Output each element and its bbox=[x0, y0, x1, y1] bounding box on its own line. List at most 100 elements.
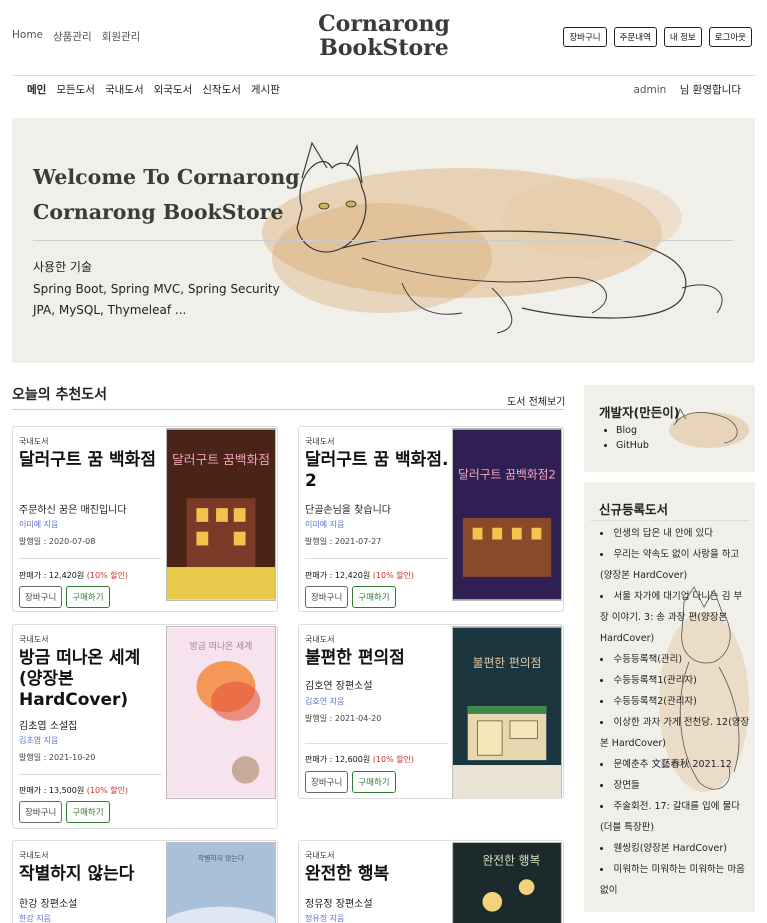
book-cover-image[interactable]: 작별하지 않는다 bbox=[166, 842, 276, 923]
book-price: 판매가 : 12,420원 (10% 할인) bbox=[305, 570, 414, 581]
welcome-text: 님 환영합니다 bbox=[679, 84, 741, 96]
logout-button[interactable]: 로그아웃 bbox=[708, 27, 752, 47]
add-to-cart-button[interactable]: 장바구니 bbox=[305, 586, 349, 608]
cart-button[interactable]: 장바구니 bbox=[563, 27, 607, 47]
hero-divider bbox=[33, 240, 733, 241]
book-title[interactable]: 달러구트 꿈 백화점 bbox=[19, 450, 165, 471]
nav-item-new[interactable]: 신작도서 bbox=[202, 82, 241, 97]
new-book-item[interactable]: 이상한 과자 가게 전천당. 12(양장본 HardCover) bbox=[600, 717, 749, 749]
buy-button[interactable]: 구매하기 bbox=[352, 586, 396, 608]
new-book-item[interactable]: 수등등록책2(관리자) bbox=[614, 696, 697, 707]
new-book-item[interactable]: 우리는 약속도 없이 사랑을 하고(양장본 HardCover) bbox=[600, 549, 739, 581]
new-book-item[interactable]: 문예춘추 文藝春秋 2021.12 bbox=[614, 759, 732, 770]
book-card[interactable]: 국내도서 불편한 편의점 김호연 장편소설 김호연 지음 발행일 : 2021-… bbox=[298, 624, 564, 799]
developer-box: 개발자(만든이) Blog GitHub bbox=[584, 385, 755, 472]
new-books-list: 인생의 답은 내 안에 있다 우리는 약속도 없이 사랑을 하고(양장본 Har… bbox=[600, 523, 750, 901]
new-book-item[interactable]: 수등등록책(관리) bbox=[614, 654, 683, 665]
book-category: 국내도서 bbox=[19, 635, 49, 644]
price-value: 판매가 : 12,420원 bbox=[19, 571, 85, 580]
book-card[interactable]: 국내도서 달러구트 꿈 백화점. 2 단골손님을 찾습니다 이미예 지음 발행일… bbox=[298, 426, 564, 612]
add-to-cart-button[interactable]: 장바구니 bbox=[305, 771, 349, 793]
hero-banner: Welcome To Cornarong Cornarong BookStore… bbox=[12, 118, 755, 363]
hero-title-line2: Cornarong BookStore bbox=[33, 200, 284, 224]
new-book-item[interactable]: 주술회전. 17: 갈대를 입에 물다(더블 특장판) bbox=[600, 801, 740, 833]
card-divider bbox=[19, 774, 162, 775]
book-card[interactable]: 국내도서 달러구트 꿈 백화점 주문하신 꿈은 매진입니다 이미예 지음 발행일… bbox=[12, 426, 278, 612]
card-divider bbox=[305, 558, 448, 559]
price-value: 판매가 : 13,500원 bbox=[19, 786, 85, 795]
book-price: 판매가 : 13,500원 (10% 할인) bbox=[19, 785, 128, 796]
user-name[interactable]: admin bbox=[633, 84, 666, 96]
my-info-button[interactable]: 내 정보 bbox=[663, 27, 702, 47]
book-pub-date: 발행일 : 2021-10-20 bbox=[19, 753, 96, 762]
book-card[interactable]: 국내도서 방금 떠나온 세계 (양장본 HardCover) 김초엽 소설집 김… bbox=[12, 624, 278, 829]
card-divider bbox=[305, 743, 448, 744]
book-title[interactable]: 방금 떠나온 세계 (양장본 HardCover) bbox=[19, 648, 165, 711]
book-author: 이미예 지음 bbox=[19, 520, 59, 529]
cover-title: 완전한 행복 bbox=[483, 854, 541, 868]
new-book-item[interactable]: 수등등록책1(관리자) bbox=[614, 675, 697, 686]
nav-item-domestic[interactable]: 국내도서 bbox=[105, 82, 144, 97]
home-link[interactable]: Home bbox=[12, 29, 43, 44]
card-divider bbox=[19, 558, 162, 559]
buy-button[interactable]: 구매하기 bbox=[66, 586, 110, 608]
book-category: 국내도서 bbox=[305, 437, 335, 446]
nav-item-all-books[interactable]: 모든도서 bbox=[56, 82, 95, 97]
cover-title: 불편한 편의점 bbox=[473, 656, 542, 670]
book-title[interactable]: 불편한 편의점 bbox=[305, 648, 451, 669]
book-cover-image[interactable]: 달러구트 꿈백화점2 bbox=[452, 428, 562, 601]
card-buttons: 장바구니 구매하기 bbox=[305, 586, 396, 608]
book-card[interactable]: 국내도서 완전한 행복 정유정 장편소설 정유정 지음 완전한 행복 bbox=[298, 840, 564, 923]
top-buttons: 장바구니 주문내역 내 정보 로그아웃 bbox=[563, 27, 752, 47]
blog-link[interactable]: Blog bbox=[616, 425, 637, 436]
price-discount: (10% 할인) bbox=[86, 786, 129, 795]
member-manage-link[interactable]: 회원관리 bbox=[102, 29, 141, 44]
book-price: 판매가 : 12,600원 (10% 할인) bbox=[305, 754, 414, 765]
book-cover-image[interactable]: 달러구트 꿈백화점 bbox=[166, 428, 276, 601]
book-subtitle: 주문하신 꿈은 매진입니다 bbox=[19, 505, 127, 516]
add-to-cart-button[interactable]: 장바구니 bbox=[19, 586, 63, 608]
logo-line2: BookStore bbox=[319, 35, 449, 61]
new-book-item[interactable]: 미워하는 미워하는 미워하는 마음 없이 bbox=[600, 864, 745, 896]
github-link[interactable]: GitHub bbox=[616, 440, 649, 451]
buy-button[interactable]: 구매하기 bbox=[66, 801, 110, 823]
book-subtitle: 정유정 장편소설 bbox=[305, 899, 373, 910]
book-price: 판매가 : 12,420원 (10% 할인) bbox=[19, 570, 128, 581]
cover-title: 달러구트 꿈백화점 bbox=[172, 453, 270, 468]
top-links: Home 상품관리 회원관리 bbox=[12, 29, 140, 44]
new-book-item[interactable]: 인생의 답은 내 안에 있다 bbox=[614, 528, 713, 539]
book-card[interactable]: 국내도서 작별하지 않는다 한강 장편소설 한강 지음 작별하지 않는다 bbox=[12, 840, 278, 923]
book-pub-date: 발행일 : 2021-07-27 bbox=[305, 537, 382, 546]
recommend-title: 오늘의 추천도서 bbox=[12, 387, 108, 403]
nav-item-main[interactable]: 메인 bbox=[27, 82, 46, 97]
book-title[interactable]: 완전한 행복 bbox=[305, 864, 451, 885]
logo[interactable]: Cornarong BookStore bbox=[300, 12, 468, 60]
new-books-title: 신규등록도서 bbox=[599, 502, 669, 517]
book-category: 국내도서 bbox=[305, 851, 335, 860]
book-title[interactable]: 달러구트 꿈 백화점. 2 bbox=[305, 450, 451, 492]
new-book-item[interactable]: 장면들 bbox=[614, 780, 640, 791]
view-all-books-link[interactable]: 도서 전체보기 bbox=[507, 393, 565, 408]
book-category: 국내도서 bbox=[305, 635, 335, 644]
nav-item-foreign[interactable]: 외국도서 bbox=[154, 82, 193, 97]
hero-tech-list: 사용한 기술 Spring Boot, Spring MVC, Spring S… bbox=[33, 257, 280, 322]
new-books-box: 신규등록도서 인생의 답은 내 안에 있다 우리는 약속도 없이 사랑을 하고(… bbox=[584, 482, 755, 912]
book-cover-image[interactable]: 완전한 행복 bbox=[452, 842, 562, 923]
cat-illustration bbox=[262, 141, 723, 334]
card-buttons: 장바구니 구매하기 bbox=[19, 586, 110, 608]
order-history-button[interactable]: 주문내역 bbox=[613, 27, 657, 47]
nav-menu: 메인 모든도서 국내도서 외국도서 신작도서 게시판 bbox=[27, 82, 280, 97]
tech-line2: JPA, MySQL, Thymeleaf ... bbox=[33, 303, 187, 317]
book-author: 김초엽 지음 bbox=[19, 736, 59, 745]
book-cover-image[interactable]: 방금 떠나온 세계 bbox=[166, 626, 276, 799]
new-book-item[interactable]: 웬씽킹(양장본 HardCover) bbox=[614, 843, 727, 854]
book-cover-image[interactable]: 불편한 편의점 bbox=[452, 626, 562, 799]
add-to-cart-button[interactable]: 장바구니 bbox=[19, 801, 63, 823]
book-category: 국내도서 bbox=[19, 437, 49, 446]
nav-item-board[interactable]: 게시판 bbox=[251, 82, 280, 97]
product-manage-link[interactable]: 상품관리 bbox=[53, 29, 92, 44]
new-book-item[interactable]: 서울 자가에 대기업 다니는 김 부장 이야기. 3: 송 과장 편(양장본 H… bbox=[600, 591, 742, 644]
cover-title: 작별하지 않는다 bbox=[198, 854, 245, 863]
book-title[interactable]: 작별하지 않는다 bbox=[19, 864, 165, 885]
buy-button[interactable]: 구매하기 bbox=[352, 771, 396, 793]
